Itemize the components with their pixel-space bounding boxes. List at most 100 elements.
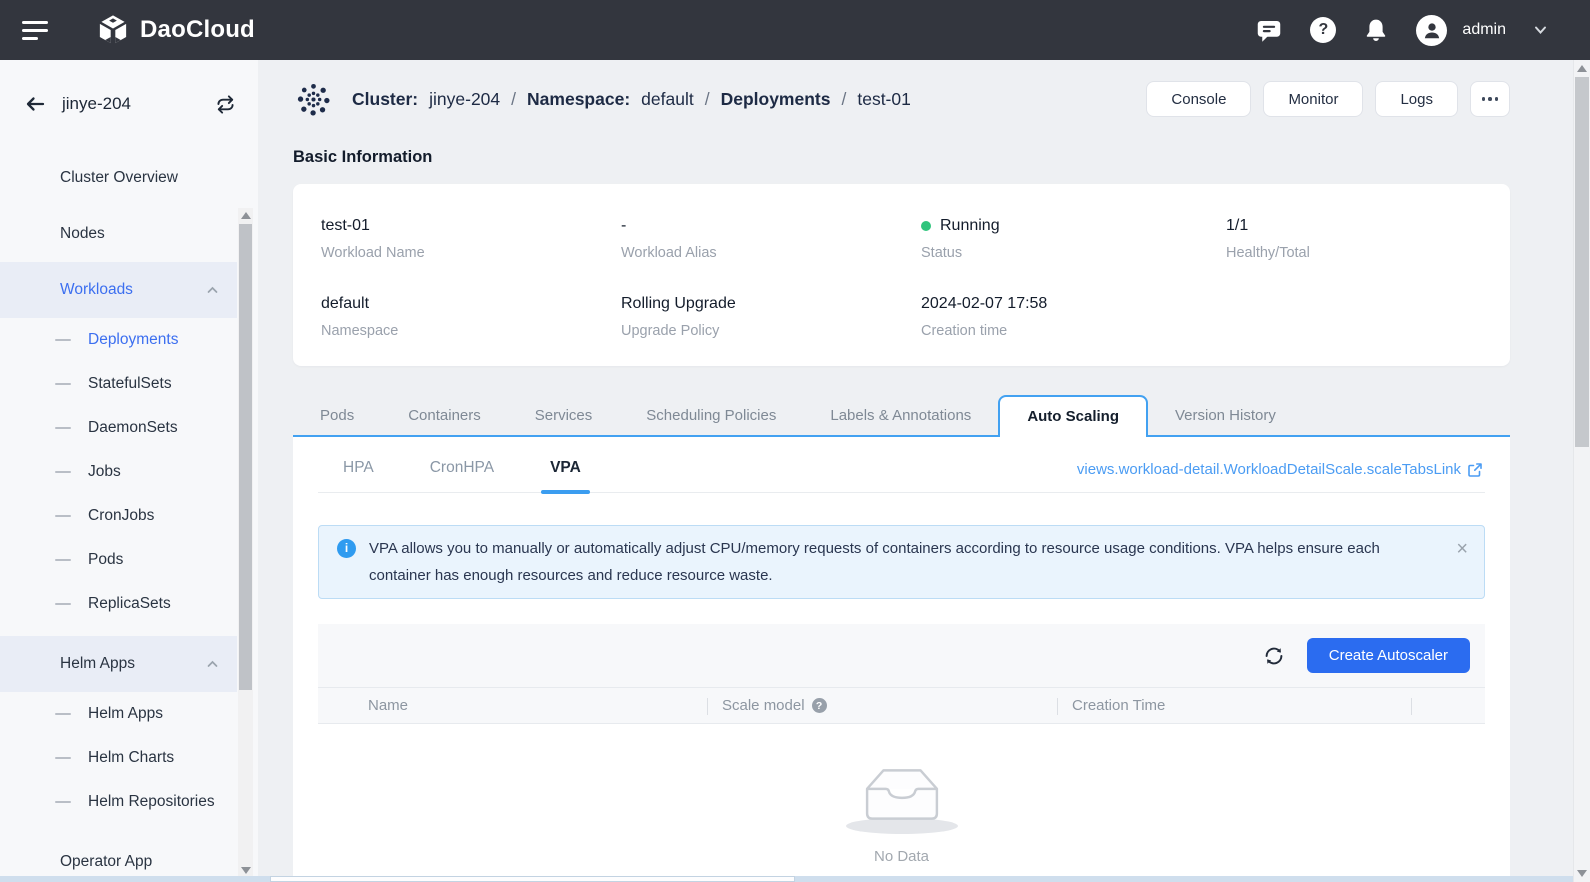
breadcrumb-namespace-value[interactable]: default	[641, 89, 694, 110]
status-dot	[921, 221, 931, 231]
messages-icon[interactable]	[1255, 17, 1283, 44]
scroll-down-arrow[interactable]	[241, 867, 251, 874]
create-autoscaler-button[interactable]: Create Autoscaler	[1307, 638, 1470, 673]
scroll-up-arrow[interactable]	[1577, 65, 1587, 72]
dash-icon	[55, 515, 71, 518]
dash-icon	[55, 801, 71, 804]
dash-icon	[55, 603, 71, 606]
tab-auto-scaling[interactable]: Auto Scaling	[998, 395, 1148, 437]
menu-icon[interactable]	[22, 16, 50, 45]
page-scrollbar[interactable]	[1573, 60, 1590, 882]
sidebar-item-operator-app[interactable]: Operator App	[0, 834, 237, 882]
chevron-down-icon[interactable]	[1533, 24, 1548, 36]
tab-scheduling-policies[interactable]: Scheduling Policies	[619, 395, 803, 437]
brand-name: DaoCloud	[140, 16, 255, 44]
cluster-dots-icon	[295, 81, 332, 118]
sidebar-item-replicasets[interactable]: ReplicaSets	[0, 582, 237, 626]
sidebar-item-statefulsets[interactable]: StatefulSets	[0, 362, 237, 406]
field-upgrade-policy: Rolling Upgrade Upgrade Policy	[621, 292, 921, 344]
dash-icon	[55, 713, 71, 716]
scale-subtabs: HPA CronHPA VPA views.workload-detail.Wo…	[318, 437, 1485, 493]
column-header-scale-model[interactable]: Scale model ?	[708, 688, 1058, 723]
sidebar-scroll-thumb[interactable]	[239, 224, 252, 690]
tab-services[interactable]: Services	[508, 395, 620, 437]
breadcrumb: Cluster: jinye-204 / Namespace: default …	[352, 89, 911, 110]
close-icon[interactable]: ×	[1456, 535, 1468, 563]
page-scroll-thumb[interactable]	[1575, 77, 1589, 447]
breadcrumb-namespace-label: Namespace:	[527, 89, 630, 110]
tab-version-history[interactable]: Version History	[1148, 395, 1303, 437]
sidebar-item-workloads[interactable]: Workloads	[0, 262, 237, 318]
dash-icon	[55, 427, 71, 430]
subtab-vpa[interactable]: VPA	[547, 459, 584, 492]
console-button[interactable]: Console	[1146, 81, 1251, 117]
breadcrumb-cluster-label: Cluster:	[352, 89, 418, 110]
empty-text: No Data	[874, 848, 929, 865]
basic-information-card: test-01 Workload Name - Workload Alias R…	[293, 184, 1510, 366]
table-toolbar: Create Autoscaler	[318, 624, 1485, 687]
breadcrumb-cluster-value[interactable]: jinye-204	[429, 89, 500, 110]
scroll-up-arrow[interactable]	[241, 212, 251, 219]
horizontal-scrollbar[interactable]	[0, 876, 1573, 882]
scale-tabs-link[interactable]: views.workload-detail.WorkloadDetailScal…	[1077, 461, 1483, 478]
daocloud-cube-icon	[96, 13, 130, 47]
help-tooltip-icon[interactable]: ?	[812, 698, 827, 713]
external-link-icon	[1467, 462, 1483, 478]
sidebar-item-deployments[interactable]: Deployments	[0, 318, 237, 362]
breadcrumb-item: test-01	[857, 89, 911, 110]
column-header-creation-time[interactable]: Creation Time	[1058, 688, 1412, 723]
user-icon	[1421, 19, 1443, 41]
more-actions-button[interactable]	[1470, 81, 1510, 117]
table-header: Name Scale model ? Creation Time	[318, 687, 1485, 724]
auto-scaling-panel: HPA CronHPA VPA views.workload-detail.Wo…	[293, 437, 1510, 882]
logs-button[interactable]: Logs	[1375, 81, 1458, 117]
field-namespace: default Namespace	[321, 292, 621, 344]
sidebar-item-helm-apps[interactable]: Helm Apps	[0, 692, 237, 736]
avatar[interactable]	[1416, 15, 1447, 46]
subtab-hpa[interactable]: HPA	[340, 459, 377, 492]
field-workload-alias: - Workload Alias	[621, 214, 921, 266]
empty-inbox-icon	[863, 766, 941, 824]
notifications-icon[interactable]	[1363, 18, 1389, 43]
basic-information-title: Basic Information	[293, 148, 432, 167]
sidebar-item-nodes[interactable]: Nodes	[0, 206, 237, 262]
breadcrumb-section[interactable]: Deployments	[721, 89, 831, 110]
column-header-actions	[1412, 688, 1485, 723]
help-icon[interactable]: ?	[1310, 17, 1336, 43]
sidebar-item-cronjobs[interactable]: CronJobs	[0, 494, 237, 538]
refresh-icon[interactable]	[1263, 645, 1285, 667]
field-workload-name: test-01 Workload Name	[321, 214, 621, 266]
horizontal-scroll-thumb[interactable]	[270, 876, 795, 882]
monitor-button[interactable]: Monitor	[1263, 81, 1363, 117]
field-status: Running Status	[921, 214, 1226, 266]
tab-pods[interactable]: Pods	[293, 395, 381, 437]
tab-labels-annotations[interactable]: Labels & Annotations	[803, 395, 998, 437]
switch-cluster-icon[interactable]	[215, 94, 236, 115]
dash-icon	[55, 471, 71, 474]
column-header-name[interactable]: Name	[318, 688, 708, 723]
scroll-down-arrow[interactable]	[1577, 870, 1587, 877]
back-arrow-icon[interactable]	[24, 94, 46, 114]
dash-icon	[55, 383, 71, 386]
sidebar-item-cluster-overview[interactable]: Cluster Overview	[0, 150, 237, 206]
sidebar: jinye-204 Cluster Overview Nodes Workloa…	[0, 60, 258, 882]
sidebar-item-helm-apps-group[interactable]: Helm Apps	[0, 636, 237, 692]
field-creation-time: 2024-02-07 17:58 Creation time	[921, 292, 1226, 344]
vpa-info-banner: i VPA allows you to manually or automati…	[318, 525, 1485, 599]
brand-logo[interactable]: DaoCloud	[96, 13, 255, 47]
tab-containers[interactable]: Containers	[381, 395, 508, 437]
sidebar-scrollbar[interactable]	[238, 208, 253, 878]
sidebar-item-helm-charts[interactable]: Helm Charts	[0, 736, 237, 780]
username[interactable]: admin	[1462, 21, 1506, 39]
sidebar-item-pods[interactable]: Pods	[0, 538, 237, 582]
sidebar-nav: Cluster Overview Nodes Workloads Deploym…	[0, 150, 237, 882]
sidebar-item-daemonsets[interactable]: DaemonSets	[0, 406, 237, 450]
subtab-cronhpa[interactable]: CronHPA	[427, 459, 497, 492]
dash-icon	[55, 339, 71, 342]
top-bar: DaoCloud ? admin	[0, 0, 1590, 60]
sidebar-item-jobs[interactable]: Jobs	[0, 450, 237, 494]
main-area: Cluster: jinye-204 / Namespace: default …	[258, 60, 1573, 882]
sidebar-item-helm-repositories[interactable]: Helm Repositories	[0, 780, 237, 824]
dash-icon	[55, 559, 71, 562]
breadcrumb-row: Cluster: jinye-204 / Namespace: default …	[293, 78, 1510, 120]
